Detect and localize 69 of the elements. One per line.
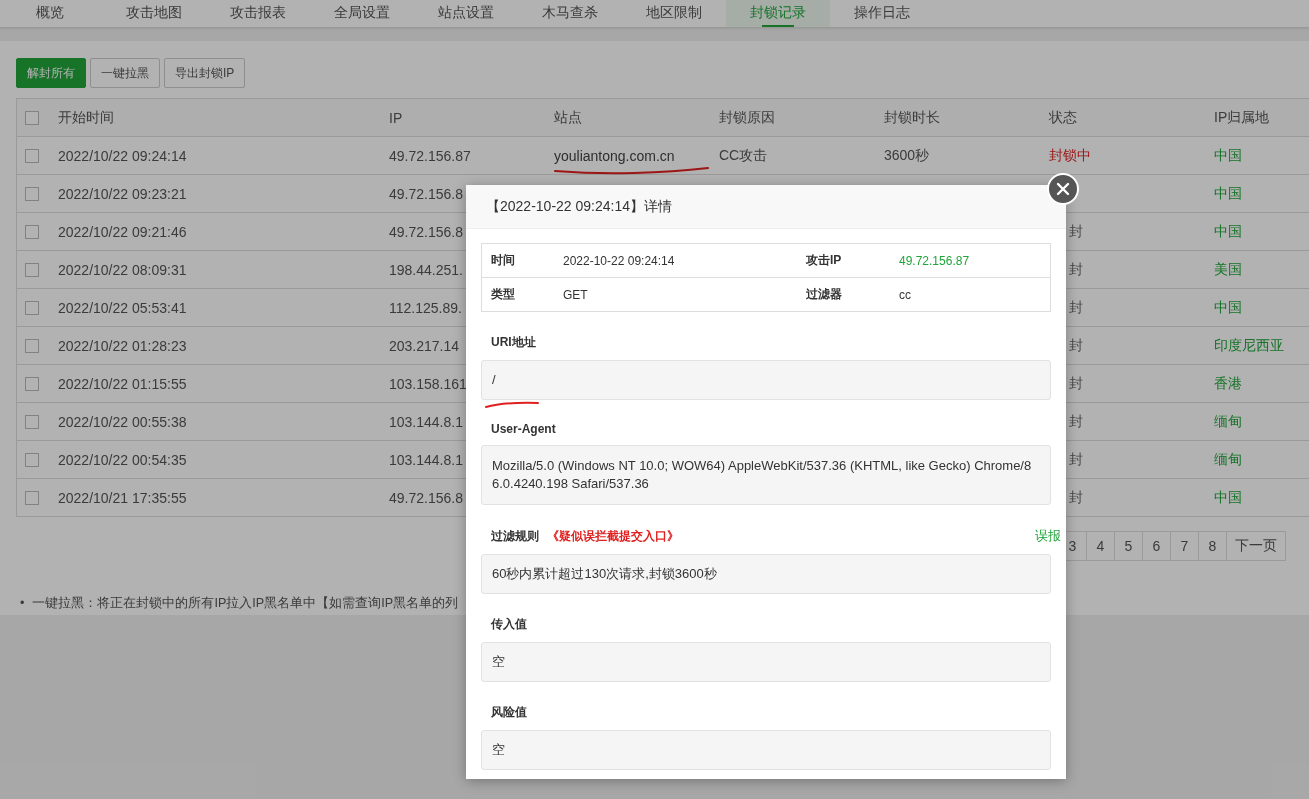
- field-label: User-Agent: [491, 422, 556, 436]
- table-cell: 美国: [1214, 260, 1242, 277]
- user-agent-field: Mozilla/5.0 (Windows NT 10.0; WOW64) AppleWebKit/537.36 (KHTML, like Gecko) Chrome/86.0.4240.198 Safari/537.36: [481, 445, 1051, 505]
- status-text: 封: [1069, 222, 1083, 239]
- column-header: 状态: [1049, 108, 1078, 127]
- table-cell: 49.72.156.87: [389, 147, 471, 164]
- status-text: 封: [1069, 298, 1083, 315]
- bullet-text: •: [20, 595, 25, 612]
- info-value: 49.72.156.87: [899, 253, 971, 268]
- table-cell: 103.144.8.1: [389, 451, 463, 468]
- status-text: 封: [1069, 412, 1083, 429]
- field-label: 风险值: [491, 704, 527, 721]
- table-cell: 2022/10/22 09:23:21: [58, 185, 187, 202]
- info-value: cc: [899, 287, 912, 302]
- table-cell: 2022/10/22 09:21:46: [58, 223, 187, 240]
- table-cell: 中国: [1214, 146, 1242, 163]
- column-header: 封锁时长: [884, 108, 941, 127]
- table-cell: 印度尼西亚: [1214, 336, 1284, 353]
- table-cell: 缅甸: [1214, 412, 1242, 429]
- table-cell: 2022/10/22 00:54:35: [58, 451, 187, 468]
- table-cell: 49.72.156.8: [389, 223, 463, 240]
- dialog-title: 【2022-10-22 09:24:14】详情: [486, 197, 672, 216]
- risk-value-field: 空: [481, 730, 1051, 770]
- table-cell: 香港: [1214, 374, 1242, 391]
- status-text: 封: [1069, 260, 1083, 277]
- field-label: 过滤规则: [491, 527, 539, 545]
- table-cell: 2022/10/21 17:35:55: [58, 489, 187, 506]
- field-label: 传入值: [491, 616, 527, 633]
- table-cell: 103.158.161: [389, 375, 467, 392]
- table-cell: 缅甸: [1214, 450, 1242, 467]
- table-cell: 2022/10/22 01:28:23: [58, 337, 187, 354]
- table-cell: 2022/10/22 05:53:41: [58, 299, 187, 316]
- table-cell: 中国: [1214, 488, 1242, 505]
- table-cell: CC攻击: [719, 146, 768, 163]
- info-value: GET: [563, 287, 589, 302]
- table-cell: 112.125.89.: [389, 299, 462, 316]
- input-value-field: 空: [481, 642, 1051, 682]
- table-cell: 中国: [1214, 298, 1242, 315]
- column-header: 站点: [554, 108, 583, 127]
- status-text: 封: [1069, 450, 1083, 467]
- column-header: IP归属地: [1214, 108, 1271, 127]
- table-cell: 49.72.156.8: [389, 489, 463, 506]
- info-value: 2022-10-22 09:24:14: [563, 253, 676, 268]
- status-text: 封锁中: [1049, 146, 1091, 163]
- table-cell: 2022/10/22 00:55:38: [58, 413, 187, 430]
- info-label: 时间: [491, 252, 516, 269]
- table-cell: 2022/10/22 08:09:31: [58, 261, 187, 278]
- status-text: 封: [1069, 488, 1083, 505]
- rule-field: 60秒内累计超过130次请求,封锁3600秒: [481, 554, 1051, 594]
- table-cell: 中国: [1214, 184, 1242, 201]
- table-cell: 103.144.8.1: [389, 413, 463, 430]
- field-label: URI地址: [491, 334, 536, 351]
- column-header: 封锁原因: [719, 108, 776, 127]
- info-label: 过滤器: [806, 286, 843, 303]
- status-text: 封: [1069, 336, 1083, 353]
- table-cell: 198.44.251.: [389, 261, 463, 278]
- column-header: 开始时间: [58, 108, 115, 127]
- table-cell: 2022/10/22 09:24:14: [58, 147, 187, 164]
- status-text: 封: [1069, 374, 1083, 391]
- table-cell: 203.217.14: [389, 337, 460, 354]
- table-cell: youliantong.com.cn: [554, 147, 675, 164]
- table-cell: 49.72.156.8: [389, 185, 463, 202]
- info-label: 攻击IP: [806, 252, 843, 269]
- column-header: IP: [389, 109, 404, 126]
- table-cell: 中国: [1214, 222, 1242, 239]
- note-text: 一键拉黑：将正在封锁中的所有IP拉入IP黑名单中【如需查询IP黑名单的列: [32, 595, 459, 612]
- info-label: 类型: [491, 286, 516, 303]
- table-cell: 2022/10/22 01:15:55: [58, 375, 187, 392]
- table-cell: 3600秒: [884, 146, 930, 163]
